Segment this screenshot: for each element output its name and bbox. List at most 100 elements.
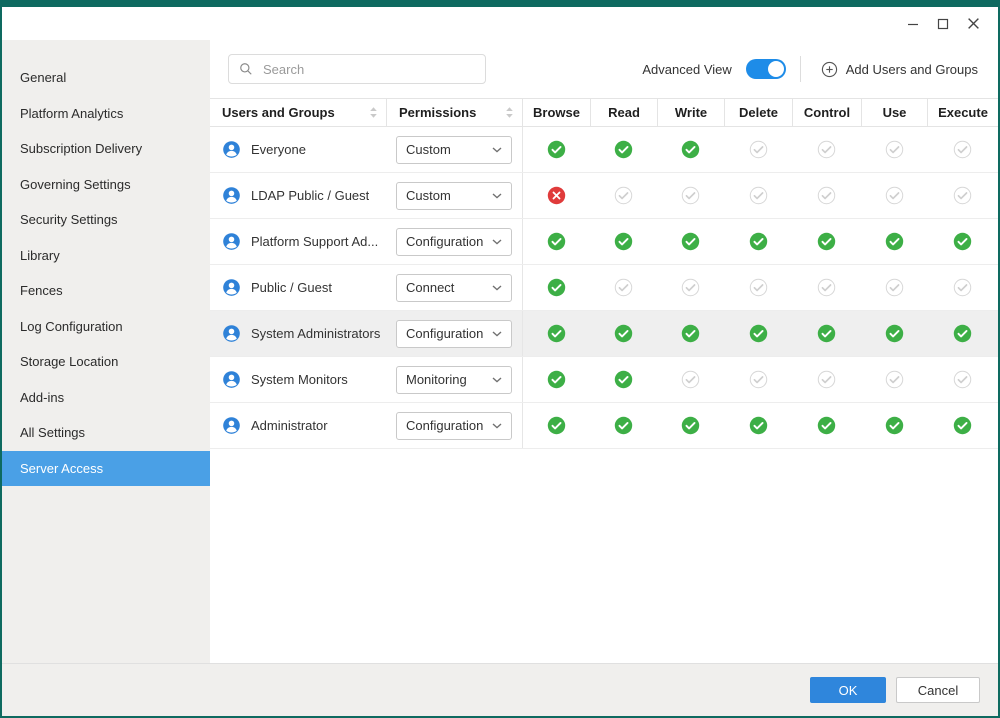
sidebar-item-platform-analytics[interactable]: Platform Analytics xyxy=(2,96,210,132)
permission-none-icon[interactable] xyxy=(590,265,657,310)
permission-granted-icon[interactable] xyxy=(522,311,590,356)
sidebar-item-fences[interactable]: Fences xyxy=(2,273,210,309)
permission-none-icon[interactable] xyxy=(724,127,792,172)
permission-granted-icon[interactable] xyxy=(522,219,590,264)
user-group-name: Public / Guest xyxy=(251,280,332,295)
table-row[interactable]: EveryoneCustom xyxy=(210,127,998,173)
app-window: GeneralPlatform AnalyticsSubscription De… xyxy=(0,0,1000,718)
permission-granted-icon[interactable] xyxy=(522,403,590,448)
sidebar-item-log-configuration[interactable]: Log Configuration xyxy=(2,309,210,345)
permission-granted-icon[interactable] xyxy=(724,403,792,448)
permission-granted-icon[interactable] xyxy=(927,403,998,448)
user-icon xyxy=(222,278,241,297)
permission-granted-icon[interactable] xyxy=(927,311,998,356)
sidebar-item-storage-location[interactable]: Storage Location xyxy=(2,344,210,380)
permission-none-icon[interactable] xyxy=(861,357,927,402)
permission-cell: Monitoring xyxy=(386,357,522,402)
close-button[interactable] xyxy=(958,11,988,37)
permission-granted-icon[interactable] xyxy=(792,403,861,448)
permission-granted-icon[interactable] xyxy=(657,127,724,172)
permission-select[interactable]: Configuration xyxy=(396,228,512,256)
permission-granted-icon[interactable] xyxy=(590,403,657,448)
sidebar-item-general[interactable]: General xyxy=(2,60,210,96)
permission-none-icon[interactable] xyxy=(657,357,724,402)
permission-granted-icon[interactable] xyxy=(657,403,724,448)
table-row[interactable]: Platform Support Ad...Configuration xyxy=(210,219,998,265)
column-label: Control xyxy=(804,105,850,120)
permission-granted-icon[interactable] xyxy=(724,311,792,356)
permission-granted-icon[interactable] xyxy=(657,219,724,264)
permission-granted-icon[interactable] xyxy=(657,311,724,356)
column-header-permissions[interactable]: Permissions xyxy=(386,99,522,126)
permission-granted-icon[interactable] xyxy=(522,127,590,172)
permission-granted-icon[interactable] xyxy=(590,219,657,264)
column-header-browse: Browse xyxy=(522,99,590,126)
permission-granted-icon[interactable] xyxy=(861,403,927,448)
search-input[interactable] xyxy=(261,61,475,78)
table-row[interactable]: Public / Guest Connect xyxy=(210,265,998,311)
permission-select[interactable]: Custom xyxy=(396,182,512,210)
permission-none-icon[interactable] xyxy=(927,173,998,218)
sidebar-item-add-ins[interactable]: Add-ins xyxy=(2,380,210,416)
permission-none-icon[interactable] xyxy=(792,357,861,402)
permission-none-icon[interactable] xyxy=(861,173,927,218)
column-header-users-and-groups[interactable]: Users and Groups xyxy=(210,99,386,126)
permission-cell: Configuration xyxy=(386,219,522,264)
column-label: Users and Groups xyxy=(222,105,335,120)
permission-none-icon[interactable] xyxy=(792,127,861,172)
permission-granted-icon[interactable] xyxy=(792,219,861,264)
permission-granted-icon[interactable] xyxy=(522,357,590,402)
add-users-button[interactable]: Add Users and Groups xyxy=(815,60,984,79)
sidebar-item-governing-settings[interactable]: Governing Settings xyxy=(2,167,210,203)
table-row[interactable]: System Monitors Monitoring xyxy=(210,357,998,403)
permission-select[interactable]: Configuration xyxy=(396,412,512,440)
permission-granted-icon[interactable] xyxy=(522,265,590,310)
maximize-button[interactable] xyxy=(928,11,958,37)
permission-none-icon[interactable] xyxy=(657,173,724,218)
advanced-view-toggle[interactable] xyxy=(746,59,786,79)
permission-none-icon[interactable] xyxy=(724,265,792,310)
user-group-name-cell: System Monitors xyxy=(210,357,386,402)
permission-none-icon[interactable] xyxy=(927,127,998,172)
permission-none-icon[interactable] xyxy=(657,265,724,310)
permission-cell: Configuration xyxy=(386,311,522,356)
content-area: Advanced View Add Users and Groups Users… xyxy=(210,40,998,663)
permission-none-icon[interactable] xyxy=(724,357,792,402)
sidebar-item-all-settings[interactable]: All Settings xyxy=(2,415,210,451)
column-label: Delete xyxy=(739,105,778,120)
permission-none-icon[interactable] xyxy=(861,265,927,310)
permission-granted-icon[interactable] xyxy=(590,127,657,172)
permission-none-icon[interactable] xyxy=(927,265,998,310)
table-row[interactable]: AdministratorConfiguration xyxy=(210,403,998,449)
sidebar-item-library[interactable]: Library xyxy=(2,238,210,274)
permission-select[interactable]: Configuration xyxy=(396,320,512,348)
permission-granted-icon[interactable] xyxy=(861,219,927,264)
permission-none-icon[interactable] xyxy=(927,357,998,402)
minimize-button[interactable] xyxy=(898,11,928,37)
permission-none-icon[interactable] xyxy=(792,265,861,310)
permission-granted-icon[interactable] xyxy=(590,357,657,402)
ok-button[interactable]: OK xyxy=(810,677,886,703)
sidebar-item-server-access[interactable]: Server Access xyxy=(2,451,210,487)
search-box[interactable] xyxy=(228,54,486,84)
permission-granted-icon[interactable] xyxy=(590,311,657,356)
permission-granted-icon[interactable] xyxy=(861,311,927,356)
permission-none-icon[interactable] xyxy=(792,173,861,218)
permission-granted-icon[interactable] xyxy=(927,219,998,264)
permission-none-icon[interactable] xyxy=(861,127,927,172)
permission-none-icon[interactable] xyxy=(590,173,657,218)
permission-select[interactable]: Custom xyxy=(396,136,512,164)
permission-granted-icon[interactable] xyxy=(792,311,861,356)
permission-denied-icon[interactable] xyxy=(522,173,590,218)
sort-icon[interactable] xyxy=(369,106,378,119)
permission-select[interactable]: Connect xyxy=(396,274,512,302)
permission-none-icon[interactable] xyxy=(724,173,792,218)
cancel-button[interactable]: Cancel xyxy=(896,677,980,703)
permission-granted-icon[interactable] xyxy=(724,219,792,264)
table-row[interactable]: System AdministratorsConfiguration xyxy=(210,311,998,357)
sidebar-item-subscription-delivery[interactable]: Subscription Delivery xyxy=(2,131,210,167)
sidebar-item-security-settings[interactable]: Security Settings xyxy=(2,202,210,238)
sort-icon[interactable] xyxy=(505,106,514,119)
permission-select[interactable]: Monitoring xyxy=(396,366,512,394)
table-row[interactable]: LDAP Public / GuestCustom xyxy=(210,173,998,219)
